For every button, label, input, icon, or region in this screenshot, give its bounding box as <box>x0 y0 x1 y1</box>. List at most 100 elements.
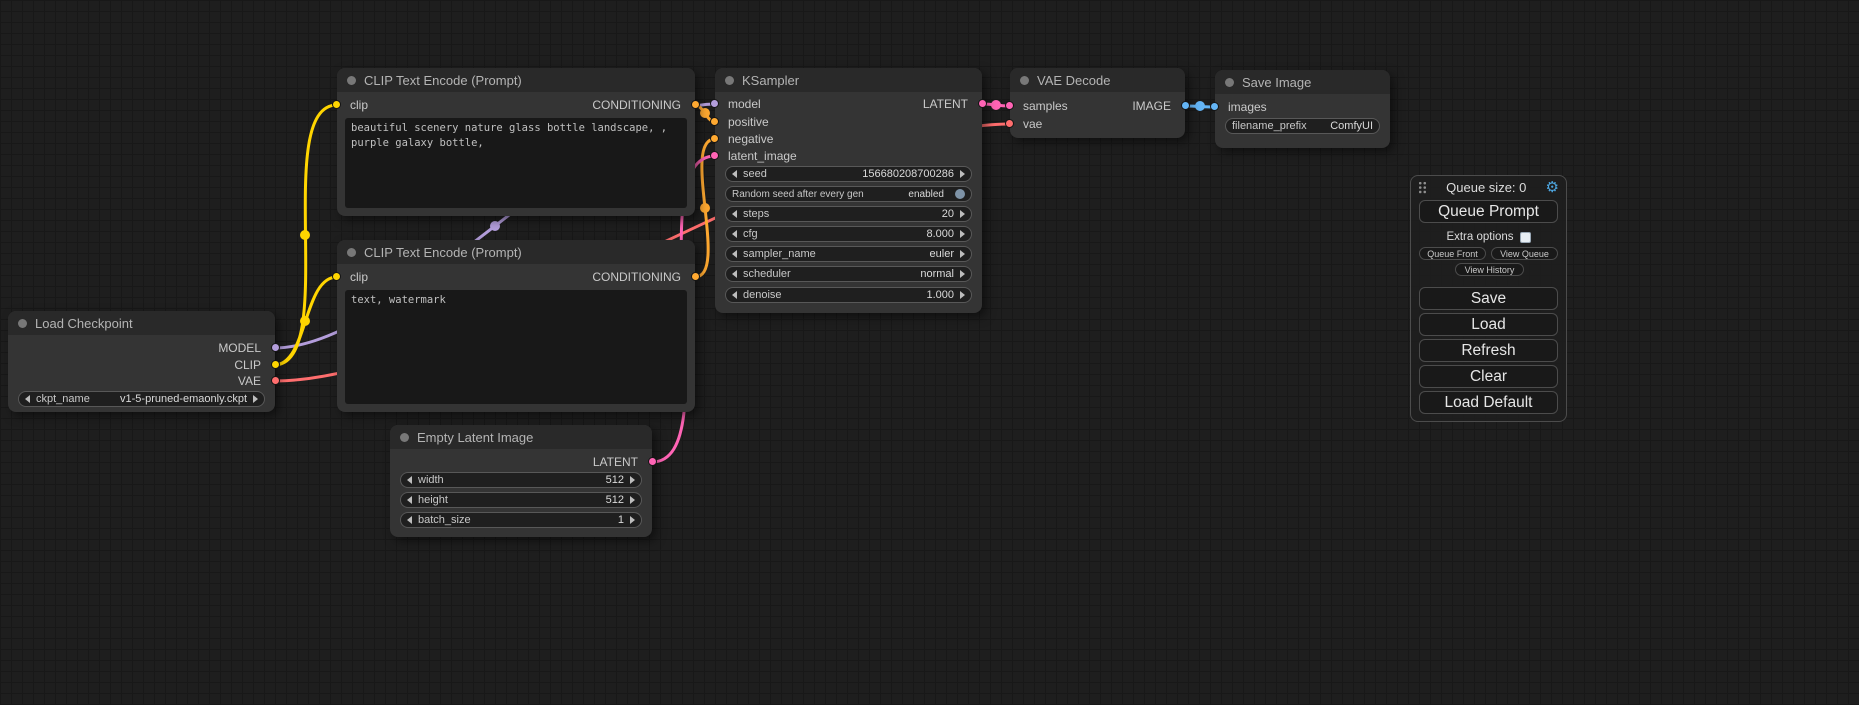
node-vae-decode[interactable]: VAE Decode samples vae IMAGE <box>1010 68 1185 138</box>
increment-arrow-icon[interactable] <box>630 476 635 484</box>
input-slot-samples[interactable] <box>1005 101 1014 110</box>
settings-gear-icon[interactable]: ⚙ <box>1546 181 1559 195</box>
decrement-arrow-icon[interactable] <box>732 170 737 178</box>
output-slot-clip[interactable] <box>271 360 280 369</box>
increment-arrow-icon[interactable] <box>960 250 965 258</box>
node-title: Empty Latent Image <box>417 430 533 445</box>
widget-value: normal <box>920 268 954 280</box>
increment-arrow-icon[interactable] <box>630 516 635 524</box>
collapse-dot-icon[interactable] <box>18 319 27 328</box>
output-slot-conditioning[interactable] <box>691 272 700 281</box>
width-widget[interactable]: width 512 <box>400 472 642 488</box>
wire-conditioning-positive-midpoint-dot <box>700 108 710 118</box>
decrement-arrow-icon[interactable] <box>407 516 412 524</box>
node-ksampler[interactable]: KSampler model positive negative latent_… <box>715 68 982 313</box>
increment-arrow-icon[interactable] <box>960 270 965 278</box>
filename-prefix-widget[interactable]: filename_prefix ComfyUI <box>1225 118 1380 134</box>
input-slot-vae[interactable] <box>1005 119 1014 128</box>
clear-button[interactable]: Clear <box>1419 365 1558 388</box>
input-label-vae: vae <box>1023 117 1042 131</box>
save-button[interactable]: Save <box>1419 287 1558 310</box>
sampler-name-widget[interactable]: sampler_name euler <box>725 246 972 262</box>
output-slot-model[interactable] <box>271 343 280 352</box>
decrement-arrow-icon[interactable] <box>732 270 737 278</box>
ckpt-name-widget[interactable]: ckpt_name v1-5-pruned-emaonly.ckpt <box>18 391 265 407</box>
increment-arrow-icon[interactable] <box>960 291 965 299</box>
node-title-bar[interactable]: VAE Decode <box>1010 68 1185 92</box>
input-slot-images[interactable] <box>1210 102 1219 111</box>
collapse-dot-icon[interactable] <box>400 433 409 442</box>
output-slot-latent[interactable] <box>978 99 987 108</box>
collapse-dot-icon[interactable] <box>347 248 356 257</box>
toggle-knob-icon[interactable] <box>955 189 965 199</box>
widget-value: 156680208700286 <box>862 168 954 180</box>
node-title-bar[interactable]: Save Image <box>1215 70 1390 94</box>
input-slot-clip[interactable] <box>332 272 341 281</box>
node-title-bar[interactable]: KSampler <box>715 68 982 92</box>
random-seed-toggle-widget[interactable]: Random seed after every gen enabled <box>725 186 972 202</box>
load-button[interactable]: Load <box>1419 313 1558 336</box>
widget-label: Random seed after every gen <box>732 189 864 200</box>
node-load-checkpoint[interactable]: Load Checkpoint MODEL CLIP VAE ckpt_name… <box>8 311 275 412</box>
node-title-bar[interactable]: Empty Latent Image <box>390 425 652 449</box>
node-clip-text-encode-positive[interactable]: CLIP Text Encode (Prompt) clip CONDITION… <box>337 68 695 216</box>
increment-arrow-icon[interactable] <box>960 170 965 178</box>
decrement-arrow-icon[interactable] <box>732 210 737 218</box>
prompt-text-area[interactable]: beautiful scenery nature glass bottle la… <box>345 118 687 208</box>
node-title-bar[interactable]: Load Checkpoint <box>8 311 275 335</box>
input-slot-model[interactable] <box>710 99 719 108</box>
input-slot-negative[interactable] <box>710 134 719 143</box>
collapse-dot-icon[interactable] <box>1020 76 1029 85</box>
prompt-text-area[interactable]: text, watermark <box>345 290 687 404</box>
decrement-arrow-icon[interactable] <box>407 476 412 484</box>
batch-size-widget[interactable]: batch_size 1 <box>400 512 642 528</box>
input-slot-clip[interactable] <box>332 100 341 109</box>
output-slot-image[interactable] <box>1181 101 1190 110</box>
denoise-widget[interactable]: denoise 1.000 <box>725 287 972 303</box>
collapse-dot-icon[interactable] <box>725 76 734 85</box>
decrement-arrow-icon[interactable] <box>407 496 412 504</box>
queue-front-button[interactable]: Queue Front <box>1419 247 1486 260</box>
node-empty-latent-image[interactable]: Empty Latent Image LATENT width 512 heig… <box>390 425 652 537</box>
node-clip-text-encode-negative[interactable]: CLIP Text Encode (Prompt) clip CONDITION… <box>337 240 695 412</box>
extra-options-row[interactable]: Extra options <box>1411 230 1566 244</box>
input-slot-latent-image[interactable] <box>710 151 719 160</box>
drag-handle-icon[interactable] <box>1418 181 1427 194</box>
wire-model-midpoint-dot <box>490 221 500 231</box>
queue-panel[interactable]: Queue size: 0 ⚙ Queue Prompt Extra optio… <box>1410 175 1567 422</box>
increment-arrow-icon[interactable] <box>253 395 258 403</box>
queue-size-label: Queue size: 0 <box>1427 180 1546 195</box>
increment-arrow-icon[interactable] <box>630 496 635 504</box>
output-slot-latent[interactable] <box>648 457 657 466</box>
view-history-button[interactable]: View History <box>1455 263 1524 276</box>
increment-arrow-icon[interactable] <box>960 230 965 238</box>
height-widget[interactable]: height 512 <box>400 492 642 508</box>
extra-options-checkbox[interactable] <box>1520 232 1531 243</box>
node-title-bar[interactable]: CLIP Text Encode (Prompt) <box>337 240 695 264</box>
output-slot-vae[interactable] <box>271 376 280 385</box>
collapse-dot-icon[interactable] <box>1225 78 1234 87</box>
seed-widget[interactable]: seed 156680208700286 <box>725 166 972 182</box>
output-slot-conditioning[interactable] <box>691 100 700 109</box>
queue-prompt-button[interactable]: Queue Prompt <box>1419 200 1558 223</box>
load-default-button[interactable]: Load Default <box>1419 391 1558 414</box>
output-label-latent: LATENT <box>923 97 968 111</box>
decrement-arrow-icon[interactable] <box>732 230 737 238</box>
widget-value: 1 <box>618 514 624 526</box>
decrement-arrow-icon[interactable] <box>25 395 30 403</box>
queue-panel-header[interactable]: Queue size: 0 ⚙ <box>1411 176 1566 195</box>
node-title-bar[interactable]: CLIP Text Encode (Prompt) <box>337 68 695 92</box>
node-graph-canvas[interactable]: Load Checkpoint MODEL CLIP VAE ckpt_name… <box>0 0 1859 705</box>
decrement-arrow-icon[interactable] <box>732 250 737 258</box>
scheduler-widget[interactable]: scheduler normal <box>725 266 972 282</box>
increment-arrow-icon[interactable] <box>960 210 965 218</box>
view-queue-button[interactable]: View Queue <box>1491 247 1558 260</box>
refresh-button[interactable]: Refresh <box>1419 339 1558 362</box>
steps-widget[interactable]: steps 20 <box>725 206 972 222</box>
input-slot-positive[interactable] <box>710 117 719 126</box>
output-label-latent: LATENT <box>593 455 638 469</box>
decrement-arrow-icon[interactable] <box>732 291 737 299</box>
cfg-widget[interactable]: cfg 8.000 <box>725 226 972 242</box>
collapse-dot-icon[interactable] <box>347 76 356 85</box>
node-save-image[interactable]: Save Image images filename_prefix ComfyU… <box>1215 70 1390 148</box>
